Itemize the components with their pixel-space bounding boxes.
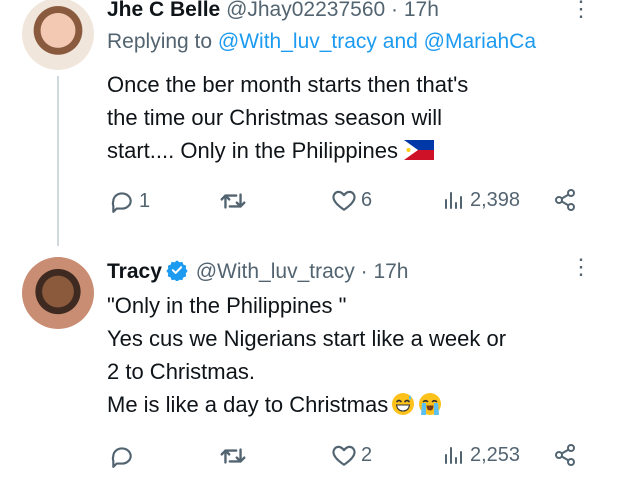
retweet-button[interactable] — [219, 188, 251, 214]
tweet-text-line: Yes cus we Nigerians start like a week o… — [107, 326, 507, 351]
retweet-button[interactable] — [219, 443, 251, 469]
views-icon — [445, 447, 462, 464]
reply-count: 1 — [139, 189, 151, 212]
tweet-text-line-content: Me is like a day to Christmas — [107, 392, 389, 417]
share-icon — [555, 444, 575, 466]
loudly-crying-emoji-icon — [419, 393, 442, 415]
share-icon — [555, 189, 575, 211]
separator-dot: · — [391, 0, 399, 21]
action-bar: 2 2,253 — [107, 443, 587, 475]
like-count: 6 — [361, 188, 373, 211]
tweet-text-line-last: Me is like a day to Christmas — [107, 388, 506, 421]
views-button[interactable]: 2,253 — [442, 443, 520, 467]
replying-to-label: Replying to — [107, 30, 213, 53]
thread-connector-line — [57, 76, 59, 246]
separator-dot: · — [360, 260, 368, 283]
reply-button[interactable] — [109, 443, 139, 469]
mention-link[interactable]: @With_luv_tracy — [218, 30, 377, 53]
tweet-header: Tracy @With_luv_tracy · 17h — [107, 258, 409, 286]
tweet-text-line: Once the ber month starts then that's — [107, 72, 469, 97]
more-vertical-icon[interactable]: ⋮ — [570, 256, 592, 278]
views-icon — [445, 192, 462, 209]
replying-to-line: Replying to @With_luv_tracy and @MariahC… — [107, 30, 536, 54]
views-button[interactable]: 2,398 — [442, 188, 520, 212]
avatar[interactable] — [22, 0, 94, 70]
tweet-text-line-last: start.... Only in the Philippines — [107, 134, 468, 167]
reply-icon — [111, 192, 132, 213]
tweet-text-line-content: start.... Only in the Philippines — [107, 138, 399, 163]
avatar[interactable] — [22, 257, 94, 329]
timestamp[interactable]: 17h — [373, 260, 408, 283]
heart-icon — [332, 190, 356, 211]
reply-button[interactable]: 1 — [109, 188, 150, 214]
replying-and-text: and — [382, 30, 418, 53]
tweet-text: "Only in the Philippines " Yes cus we Ni… — [107, 289, 506, 421]
tweet-text-line: "Only in the Philippines " — [107, 293, 347, 318]
user-handle[interactable]: @Jhay02237560 — [226, 0, 385, 21]
tweet-text-line: 2 to Christmas. — [107, 359, 255, 384]
retweet-icon — [220, 193, 246, 209]
display-name[interactable]: Jhe C Belle — [107, 0, 220, 21]
more-vertical-icon[interactable]: ⋮ — [570, 0, 592, 20]
mention-link[interactable]: @MariahCa — [424, 30, 536, 53]
tweet-header: Jhe C Belle @Jhay02237560 · 17h — [107, 0, 439, 24]
view-count: 2,398 — [470, 188, 521, 211]
tweet-text-line: the time our Christmas season will — [107, 105, 443, 130]
share-button[interactable] — [553, 443, 577, 467]
tweet-text: Once the ber month starts then that's th… — [107, 68, 468, 167]
like-button[interactable]: 6 — [331, 188, 372, 212]
philippines-flag-icon — [404, 140, 435, 160]
share-button[interactable] — [553, 188, 577, 212]
reply-icon — [111, 447, 132, 468]
timestamp[interactable]: 17h — [404, 0, 439, 21]
display-name[interactable]: Tracy — [107, 260, 162, 283]
verified-badge-icon — [166, 260, 188, 281]
sweat-smile-emoji-icon — [392, 393, 415, 415]
like-button[interactable]: 2 — [331, 443, 372, 467]
heart-icon — [332, 445, 356, 466]
user-handle[interactable]: @With_luv_tracy — [196, 260, 355, 283]
like-count: 2 — [361, 443, 373, 466]
view-count: 2,253 — [470, 443, 521, 466]
retweet-icon — [220, 448, 246, 464]
action-bar: 1 6 2,398 — [107, 188, 587, 220]
